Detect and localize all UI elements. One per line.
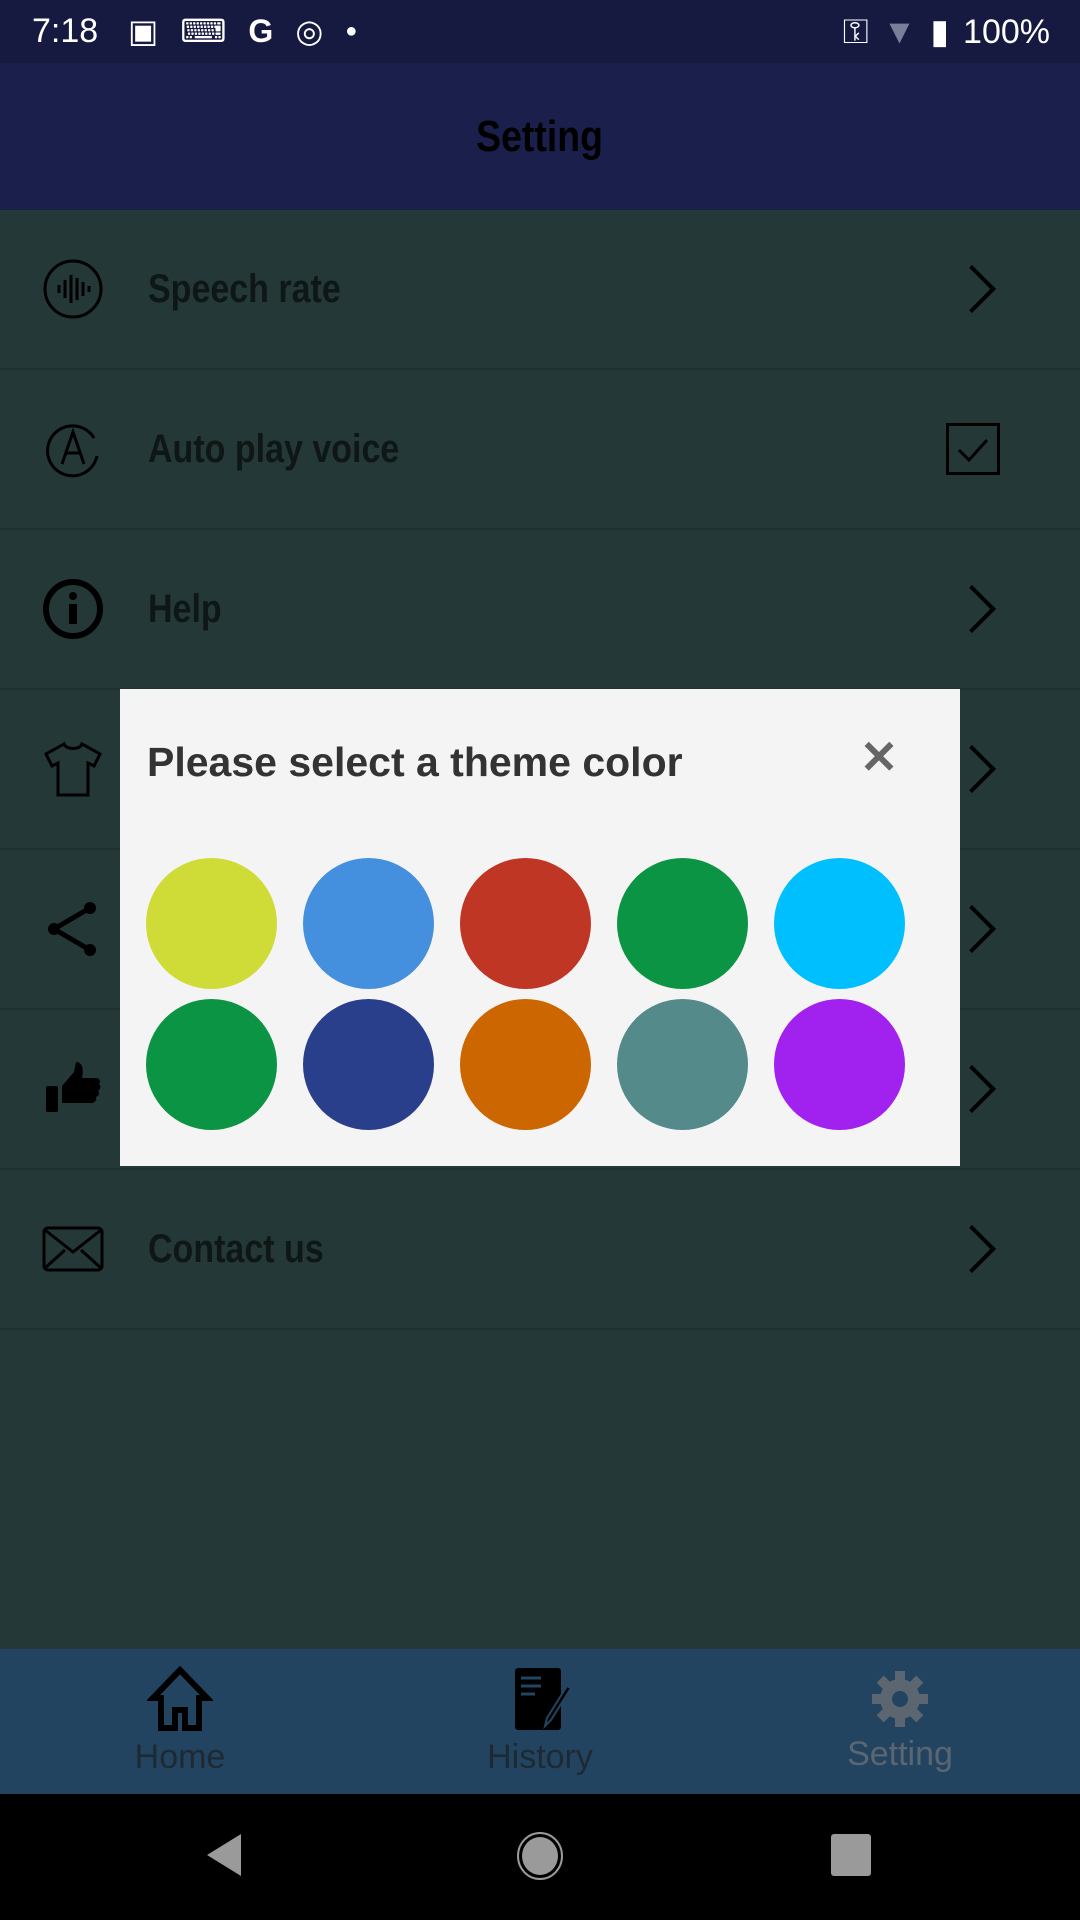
dot-icon: ● <box>345 19 358 42</box>
history-icon <box>515 1668 573 1730</box>
color-swatch[interactable] <box>617 858 748 989</box>
app-bar: Setting <box>0 63 1080 210</box>
tshirt-icon <box>42 738 104 800</box>
setting-label: Contact us <box>148 1226 324 1271</box>
color-swatch[interactable] <box>774 858 905 989</box>
battery-level: 100% <box>963 12 1050 51</box>
keyboard-icon: ⌨ <box>180 13 227 49</box>
battery-charging-icon: ▮ <box>930 13 950 51</box>
image-icon: ▣ <box>128 13 159 49</box>
status-time: 7:18 <box>32 12 99 50</box>
setting-label: Help <box>148 586 222 631</box>
chevron-right-icon <box>947 1224 997 1274</box>
tab-label: Setting <box>847 1735 953 1773</box>
setting-auto-play-voice[interactable]: Auto play voice <box>0 370 1080 530</box>
color-swatch[interactable] <box>303 858 434 989</box>
tab-label: History <box>487 1738 593 1776</box>
setting-speech-rate[interactable]: Speech rate <box>0 210 1080 370</box>
mail-icon <box>42 1218 104 1280</box>
dialog-title: Please select a theme color <box>147 739 683 785</box>
chevron-right-icon <box>947 264 997 314</box>
color-swatch[interactable] <box>460 858 591 989</box>
home-button-icon[interactable] <box>516 1831 564 1881</box>
setting-label: Speech rate <box>148 266 341 311</box>
home-icon <box>147 1666 213 1731</box>
chevron-right-icon <box>947 584 997 634</box>
info-icon <box>42 578 104 640</box>
auto-play-icon <box>42 418 104 480</box>
status-bar: 7:18 ▣ ⌨ G ◎ ● ⚿ ▼ ▮ 100% <box>0 0 1080 63</box>
color-swatch[interactable] <box>303 999 434 1130</box>
tab-home[interactable]: Home <box>0 1649 360 1794</box>
tab-setting[interactable]: Setting <box>720 1649 1080 1794</box>
gear-icon <box>872 1671 928 1727</box>
thumbs-up-icon <box>42 1058 104 1120</box>
voice-wave-icon <box>42 258 104 320</box>
color-swatch[interactable] <box>146 858 277 989</box>
setting-label: Auto play voice <box>148 426 400 471</box>
back-icon[interactable] <box>205 1832 245 1878</box>
share-icon <box>42 898 104 960</box>
google-icon: G <box>248 12 274 49</box>
setting-contact-us[interactable]: Contact us <box>0 1170 1080 1330</box>
theme-color-dialog: Please select a theme color ✕ <box>120 689 960 1166</box>
color-swatch[interactable] <box>460 999 591 1130</box>
system-nav-bar <box>0 1794 1080 1920</box>
color-swatch[interactable] <box>146 999 277 1130</box>
vpn-key-icon: ⚿ <box>842 12 869 51</box>
setting-help[interactable]: Help <box>0 530 1080 690</box>
color-swatch[interactable] <box>617 999 748 1130</box>
recents-icon[interactable] <box>831 1834 871 1876</box>
auto-play-checkbox[interactable] <box>946 423 1000 475</box>
bottom-nav: Home History Setting <box>0 1649 1080 1794</box>
tab-history[interactable]: History <box>360 1649 720 1794</box>
tab-label: Home <box>134 1738 226 1776</box>
close-icon[interactable]: ✕ <box>855 733 903 781</box>
wifi-off-icon: ▼ <box>882 12 917 51</box>
color-swatch[interactable] <box>774 999 905 1130</box>
app-icon: ◎ <box>295 13 324 49</box>
page-title: Setting <box>476 111 604 161</box>
